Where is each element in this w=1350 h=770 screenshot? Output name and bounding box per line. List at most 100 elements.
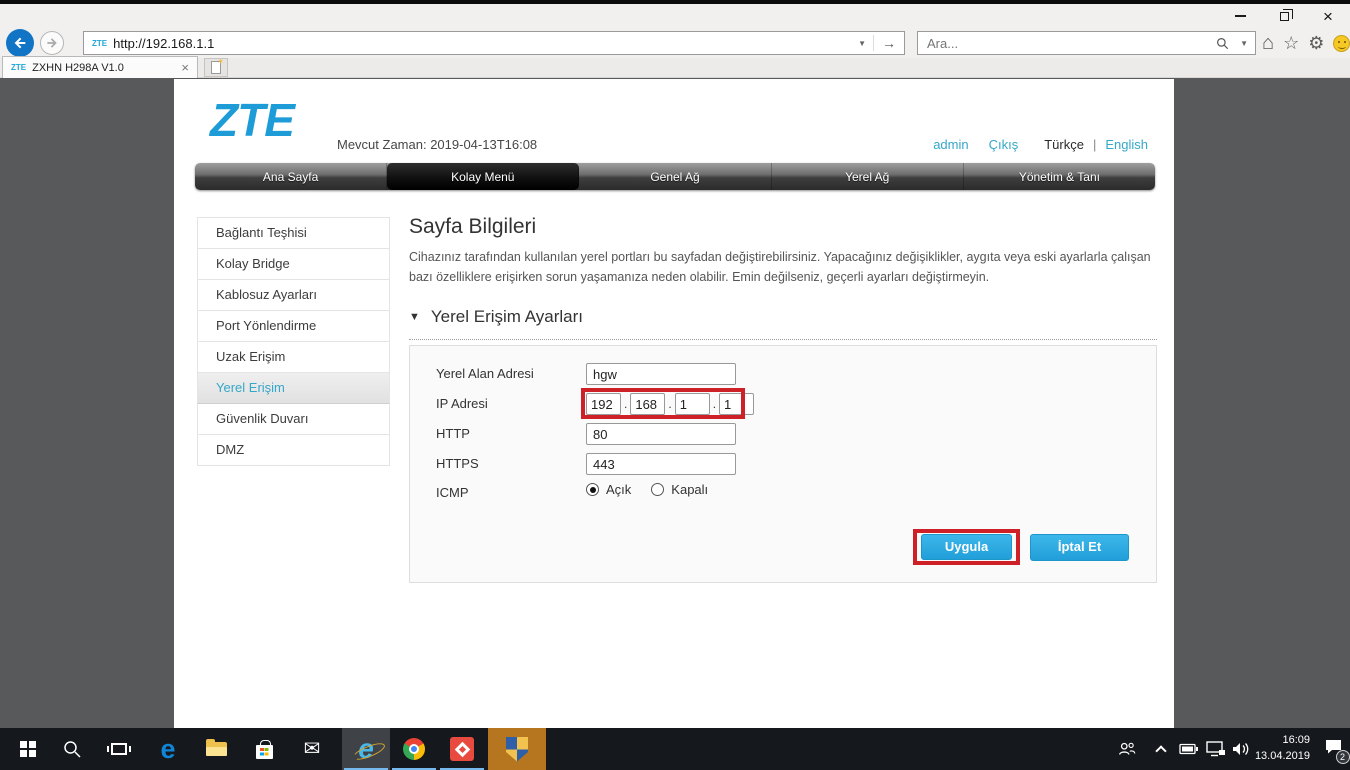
file-explorer-icon bbox=[206, 742, 227, 756]
tray-people-button[interactable] bbox=[1112, 728, 1142, 770]
tray-show-hidden-icons-button[interactable] bbox=[1150, 728, 1172, 770]
back-arrow-icon bbox=[12, 35, 28, 51]
tray-battery-button[interactable] bbox=[1176, 728, 1202, 770]
sidebar-item-guvenlik-duvari[interactable]: Güvenlik Duvarı bbox=[197, 404, 390, 435]
go-arrow-icon[interactable]: → bbox=[873, 35, 904, 51]
address-dropdown-caret-icon[interactable]: ▼ bbox=[851, 39, 873, 48]
label-yerel-alan-adresi: Yerel Alan Adresi bbox=[436, 363, 534, 385]
browser-tabs-row: ZTE ZXHN H298A V1.0 × ✶ bbox=[0, 58, 1350, 78]
section-header-yerel-erisim-ayarlari[interactable]: ▼ Yerel Erişim Ayarları bbox=[409, 307, 583, 327]
sidebar-item-yerel-erisim[interactable]: Yerel Erişim bbox=[197, 373, 390, 404]
apply-button[interactable]: Uygula bbox=[921, 534, 1012, 560]
site-favicon: ZTE bbox=[84, 39, 113, 48]
action-center-button[interactable]: 2 bbox=[1320, 728, 1346, 770]
ip-octet-4-input[interactable] bbox=[719, 393, 754, 415]
taskbar-red-diamond-app-button[interactable] bbox=[438, 728, 486, 770]
action-center-icon: 2 bbox=[1324, 738, 1343, 760]
people-icon bbox=[1117, 740, 1137, 758]
page-title: Sayfa Bilgileri bbox=[409, 215, 536, 239]
feedback-smiley-icon[interactable] bbox=[1333, 35, 1350, 52]
cancel-button[interactable]: İptal Et bbox=[1030, 534, 1129, 561]
task-view-button[interactable] bbox=[102, 728, 136, 770]
new-tab-button[interactable]: ✶ bbox=[204, 58, 228, 77]
back-button[interactable] bbox=[6, 29, 34, 57]
current-time-label: Mevcut Zaman: 2019-04-13T16:08 bbox=[337, 137, 537, 152]
sidebar-item-baglanti-teshisi[interactable]: Bağlantı Teşhisi bbox=[197, 218, 390, 249]
ip-octet-3-input[interactable] bbox=[675, 393, 710, 415]
header-links: admin Çıkış Türkçe | English bbox=[933, 137, 1148, 152]
search-box[interactable]: ▼ bbox=[917, 31, 1256, 55]
url-input[interactable] bbox=[113, 36, 851, 51]
tab-close-icon[interactable]: × bbox=[173, 60, 197, 75]
nav-tab-ana-sayfa[interactable]: Ana Sayfa bbox=[195, 163, 387, 190]
notification-badge: 2 bbox=[1336, 750, 1350, 764]
taskbar-internet-explorer-button[interactable]: e bbox=[342, 728, 390, 770]
settings-form-panel: Yerel Alan Adresi IP Adresi . . . HTTP H… bbox=[409, 345, 1157, 583]
sidebar-item-dmz[interactable]: DMZ bbox=[197, 435, 390, 466]
sidebar-menu: Bağlantı Teşhisi Kolay Bridge Kablosuz A… bbox=[197, 217, 390, 466]
search-input[interactable] bbox=[918, 36, 1215, 51]
ip-octet-1-input[interactable] bbox=[586, 393, 621, 415]
icmp-kapali-label[interactable]: Kapalı bbox=[671, 482, 708, 497]
clock-date: 13.04.2019 bbox=[1255, 749, 1310, 765]
security-shield-icon bbox=[506, 737, 528, 762]
icmp-kapali-radio[interactable] bbox=[651, 483, 664, 496]
collapse-triangle-icon: ▼ bbox=[409, 311, 420, 323]
browser-titlebar: × bbox=[0, 4, 1350, 28]
favorites-star-icon[interactable]: ☆ bbox=[1283, 33, 1299, 53]
language-turkish[interactable]: Türkçe bbox=[1044, 137, 1084, 152]
screen: × ZTE ▼ → ▼ ⌂ ☆ ⚙ ZTE ZXHN H29 bbox=[0, 0, 1350, 770]
windows-logo-icon bbox=[20, 741, 36, 757]
taskbar-security-shield-app-button[interactable] bbox=[488, 728, 546, 770]
sidebar-item-kolay-bridge[interactable]: Kolay Bridge bbox=[197, 249, 390, 280]
microsoft-store-icon bbox=[256, 745, 273, 759]
ip-octet-2-input[interactable] bbox=[630, 393, 665, 415]
taskbar-store-button[interactable] bbox=[246, 728, 282, 770]
search-dropdown-caret-icon[interactable]: ▼ bbox=[1233, 39, 1255, 48]
nav-tab-genel-ag[interactable]: Genel Ağ bbox=[579, 163, 771, 190]
tray-clock[interactable]: 16:09 13.04.2019 bbox=[1250, 728, 1310, 770]
logout-link[interactable]: Çıkış bbox=[989, 137, 1019, 152]
new-tab-star-icon: ✶ bbox=[217, 57, 224, 66]
settings-gear-icon[interactable]: ⚙ bbox=[1308, 33, 1324, 53]
sidebar-item-uzak-erisim[interactable]: Uzak Erişim bbox=[197, 342, 390, 373]
close-button[interactable]: × bbox=[1306, 4, 1350, 28]
icmp-acik-label[interactable]: Açık bbox=[606, 482, 631, 497]
new-tab-page-icon: ✶ bbox=[211, 61, 221, 74]
http-port-input[interactable] bbox=[586, 423, 736, 445]
tab-zxhn-h298a[interactable]: ZTE ZXHN H298A V1.0 × bbox=[2, 56, 198, 78]
address-bar[interactable]: ZTE ▼ → bbox=[83, 31, 905, 55]
restore-button[interactable] bbox=[1262, 4, 1306, 28]
dotted-separator bbox=[409, 339, 1157, 340]
clock-time: 16:09 bbox=[1282, 733, 1310, 749]
icmp-acik-radio[interactable] bbox=[586, 483, 599, 496]
sidebar-item-kablosuz-ayarlari[interactable]: Kablosuz Ayarları bbox=[197, 280, 390, 311]
speaker-icon bbox=[1232, 741, 1250, 757]
page-description: Cihazınız tarafından kullanılan yerel po… bbox=[409, 247, 1161, 288]
ip-dot: . bbox=[713, 397, 716, 411]
home-icon[interactable]: ⌂ bbox=[1262, 33, 1274, 53]
search-icon[interactable] bbox=[1215, 36, 1230, 51]
yerel-alan-adresi-input[interactable] bbox=[586, 363, 736, 385]
taskbar-search-button[interactable] bbox=[56, 728, 88, 770]
minimize-button[interactable] bbox=[1218, 4, 1262, 28]
forward-button[interactable] bbox=[40, 31, 64, 55]
windows-taskbar: e ✉ e bbox=[0, 728, 1350, 770]
taskbar-mail-button[interactable]: ✉ bbox=[294, 728, 330, 770]
taskbar-edge-button[interactable]: e bbox=[150, 728, 186, 770]
https-port-input[interactable] bbox=[586, 453, 736, 475]
start-button[interactable] bbox=[12, 728, 44, 770]
nav-tab-yerel-ag[interactable]: Yerel Ağ bbox=[772, 163, 964, 190]
tray-network-button[interactable] bbox=[1202, 728, 1230, 770]
nav-tab-yonetim-tani[interactable]: Yönetim & Tanı bbox=[964, 163, 1155, 190]
main-nav: Ana Sayfa Kolay Menü Genel Ağ Yerel Ağ Y… bbox=[195, 163, 1155, 190]
nav-tab-kolay-menu[interactable]: Kolay Menü bbox=[387, 163, 579, 190]
language-english-link[interactable]: English bbox=[1105, 137, 1148, 152]
ip-address-group: . . . bbox=[586, 393, 754, 415]
taskbar-file-explorer-button[interactable] bbox=[198, 728, 234, 770]
task-view-icon bbox=[111, 743, 127, 755]
sidebar-item-port-yonlendirme[interactable]: Port Yönlendirme bbox=[197, 311, 390, 342]
label-icmp: ICMP bbox=[436, 482, 469, 504]
taskbar-chrome-button[interactable] bbox=[390, 728, 438, 770]
browser-toolbar: ZTE ▼ → ▼ ⌂ ☆ ⚙ bbox=[0, 28, 1350, 58]
